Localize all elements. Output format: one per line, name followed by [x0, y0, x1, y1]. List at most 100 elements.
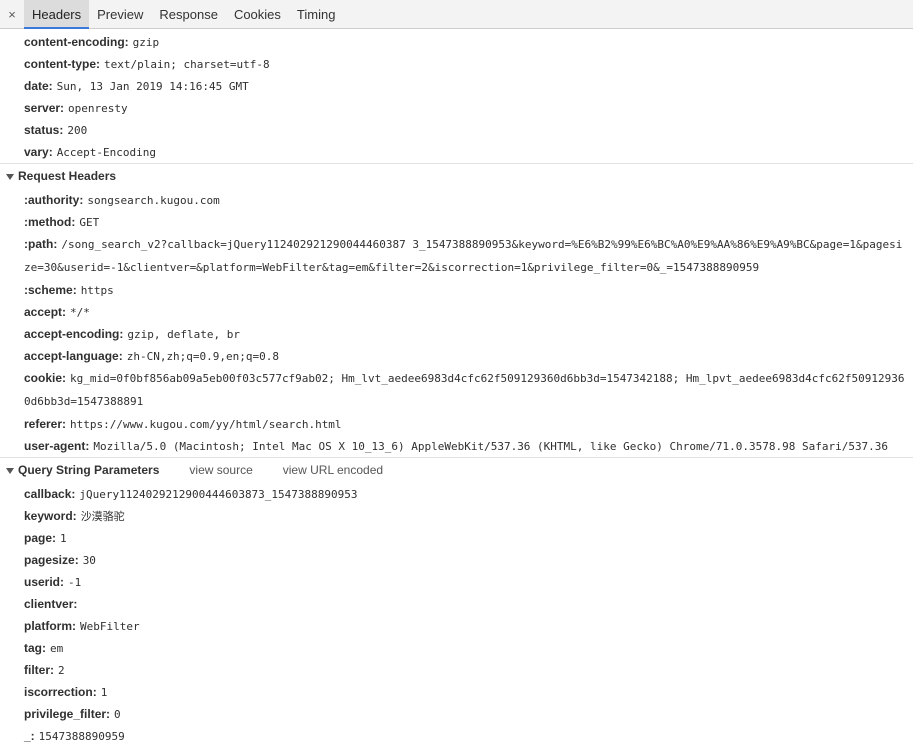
header-key: vary: — [24, 145, 53, 159]
param-key: callback: — [24, 487, 76, 501]
header-row: content-encoding: gzip — [0, 31, 913, 53]
header-value: https://www.kugou.com/yy/html/search.htm… — [70, 418, 342, 431]
tab-preview[interactable]: Preview — [89, 0, 151, 28]
param-row: platform: WebFilter — [0, 615, 913, 637]
param-key: _: — [24, 729, 35, 743]
headers-panel: content-encoding: gzip content-type: text/… — [0, 29, 913, 747]
header-row: status: 200 — [0, 119, 913, 141]
param-value: WebFilter — [80, 620, 140, 633]
param-row: _: 1547388890959 — [0, 725, 913, 747]
view-url-encoded-link[interactable]: view URL encoded — [283, 458, 383, 483]
param-value: 0 — [114, 708, 121, 721]
param-key: privilege_filter: — [24, 707, 111, 721]
header-key: cookie: — [24, 371, 67, 385]
param-row: filter: 2 — [0, 659, 913, 681]
param-value: em — [50, 642, 64, 655]
header-key: :authority: — [24, 193, 84, 207]
tab-response[interactable]: Response — [151, 0, 226, 28]
header-row: :scheme: https — [0, 279, 913, 301]
header-value: openresty — [68, 102, 128, 115]
param-key: iscorrection: — [24, 685, 97, 699]
header-value: Mozilla/5.0 (Macintosh; Intel Mac OS X 1… — [93, 440, 889, 453]
param-value: -1 — [68, 576, 82, 589]
header-value: gzip, deflate, br — [127, 328, 240, 341]
section-title: Request Headers — [18, 169, 117, 183]
tab-headers[interactable]: Headers — [24, 0, 90, 29]
param-key: tag: — [24, 641, 46, 655]
triangle-down-icon — [6, 467, 14, 474]
header-value: GET — [79, 216, 100, 229]
request-headers-list: :authority: songsearch.kugou.com :method:… — [0, 189, 913, 457]
param-row: keyword: 沙漠骆驼 — [0, 505, 913, 527]
triangle-down-icon — [6, 173, 14, 180]
param-key: keyword: — [24, 509, 77, 523]
header-row: vary: Accept-Encoding — [0, 141, 913, 163]
header-value: zh-CN,zh;q=0.9,en;q=0.8 — [126, 350, 280, 363]
header-key: content-encoding: — [24, 35, 129, 49]
param-key: filter: — [24, 663, 54, 677]
header-row: user-agent: Mozilla/5.0 (Macintosh; Intel… — [0, 435, 913, 457]
tab-timing[interactable]: Timing — [289, 0, 344, 28]
param-key: page: — [24, 531, 57, 545]
param-row: clientver: — [0, 593, 913, 615]
header-key: date: — [24, 79, 53, 93]
param-value: 2 — [58, 664, 65, 677]
section-title: Query String Parameters — [18, 463, 160, 477]
param-row: iscorrection: 1 — [0, 681, 913, 703]
header-row: referer: https://www.kugou.com/yy/html/se… — [0, 413, 913, 435]
header-value: kg_mid=0f0bf856ab09a5eb00f03c577cf9ab02;… — [24, 372, 905, 408]
header-key: status: — [24, 123, 64, 137]
header-key: server: — [24, 101, 65, 115]
param-value: 沙漠骆驼 — [80, 510, 125, 523]
header-row: content-type: text/plain; charset=utf-8 — [0, 53, 913, 75]
param-value: 30 — [82, 554, 96, 567]
query-params-list: callback: jQuery1124029212900444603873_15… — [0, 483, 913, 747]
param-key: platform: — [24, 619, 76, 633]
header-value: https — [80, 284, 114, 297]
query-params-section-toggle[interactable]: Query String Parameters view source view… — [0, 457, 913, 483]
tab-cookies[interactable]: Cookies — [226, 0, 289, 28]
request-headers-section-toggle[interactable]: Request Headers — [0, 163, 913, 189]
param-row: userid: -1 — [0, 571, 913, 593]
header-value: /song_search_v2?callback=jQuery112402921… — [24, 238, 903, 274]
header-key: accept: — [24, 305, 67, 319]
param-key: clientver: — [24, 597, 78, 611]
param-row: page: 1 — [0, 527, 913, 549]
header-row: accept: */* — [0, 301, 913, 323]
param-value: 1 — [60, 532, 67, 545]
header-row: :method: GET — [0, 211, 913, 233]
header-key: :path: — [24, 237, 58, 251]
header-row: accept-encoding: gzip, deflate, br — [0, 323, 913, 345]
param-row: tag: em — [0, 637, 913, 659]
param-key: userid: — [24, 575, 65, 589]
header-value: songsearch.kugou.com — [87, 194, 220, 207]
param-key: pagesize: — [24, 553, 79, 567]
header-value: Accept-Encoding — [56, 146, 157, 159]
header-value: Sun, 13 Jan 2019 14:16:45 GMT — [56, 80, 249, 93]
header-value: 200 — [67, 124, 88, 137]
header-key: :scheme: — [24, 283, 77, 297]
close-icon[interactable]: × — [0, 0, 24, 28]
header-key: referer: — [24, 417, 67, 431]
param-value: 1547388890959 — [38, 730, 125, 743]
devtools-tab-bar: × Headers Preview Response Cookies Timin… — [0, 0, 913, 29]
param-row: pagesize: 30 — [0, 549, 913, 571]
param-row: privilege_filter: 0 — [0, 703, 913, 725]
header-value: */* — [70, 306, 90, 319]
header-row: date: Sun, 13 Jan 2019 14:16:45 GMT — [0, 75, 913, 97]
param-value: jQuery1124029212900444603873_15473888909… — [79, 488, 358, 501]
header-row: :path:/song_search_v2?callback=jQuery112… — [0, 233, 913, 279]
header-key: accept-encoding: — [24, 327, 124, 341]
header-key: user-agent: — [24, 439, 90, 453]
param-row: callback: jQuery1124029212900444603873_15… — [0, 483, 913, 505]
param-value: 1 — [100, 686, 108, 699]
view-source-link[interactable]: view source — [189, 458, 252, 483]
header-key: accept-language: — [24, 349, 123, 363]
header-key: :method: — [24, 215, 76, 229]
response-headers-list: content-encoding: gzip content-type: text/… — [0, 29, 913, 163]
header-value: text/plain; charset=utf-8 — [104, 58, 270, 71]
header-row: server: openresty — [0, 97, 913, 119]
header-row: :authority: songsearch.kugou.com — [0, 189, 913, 211]
header-key: content-type: — [24, 57, 100, 71]
header-row: cookie: kg_mid=0f0bf856ab09a5eb00f03c577c… — [0, 367, 913, 413]
